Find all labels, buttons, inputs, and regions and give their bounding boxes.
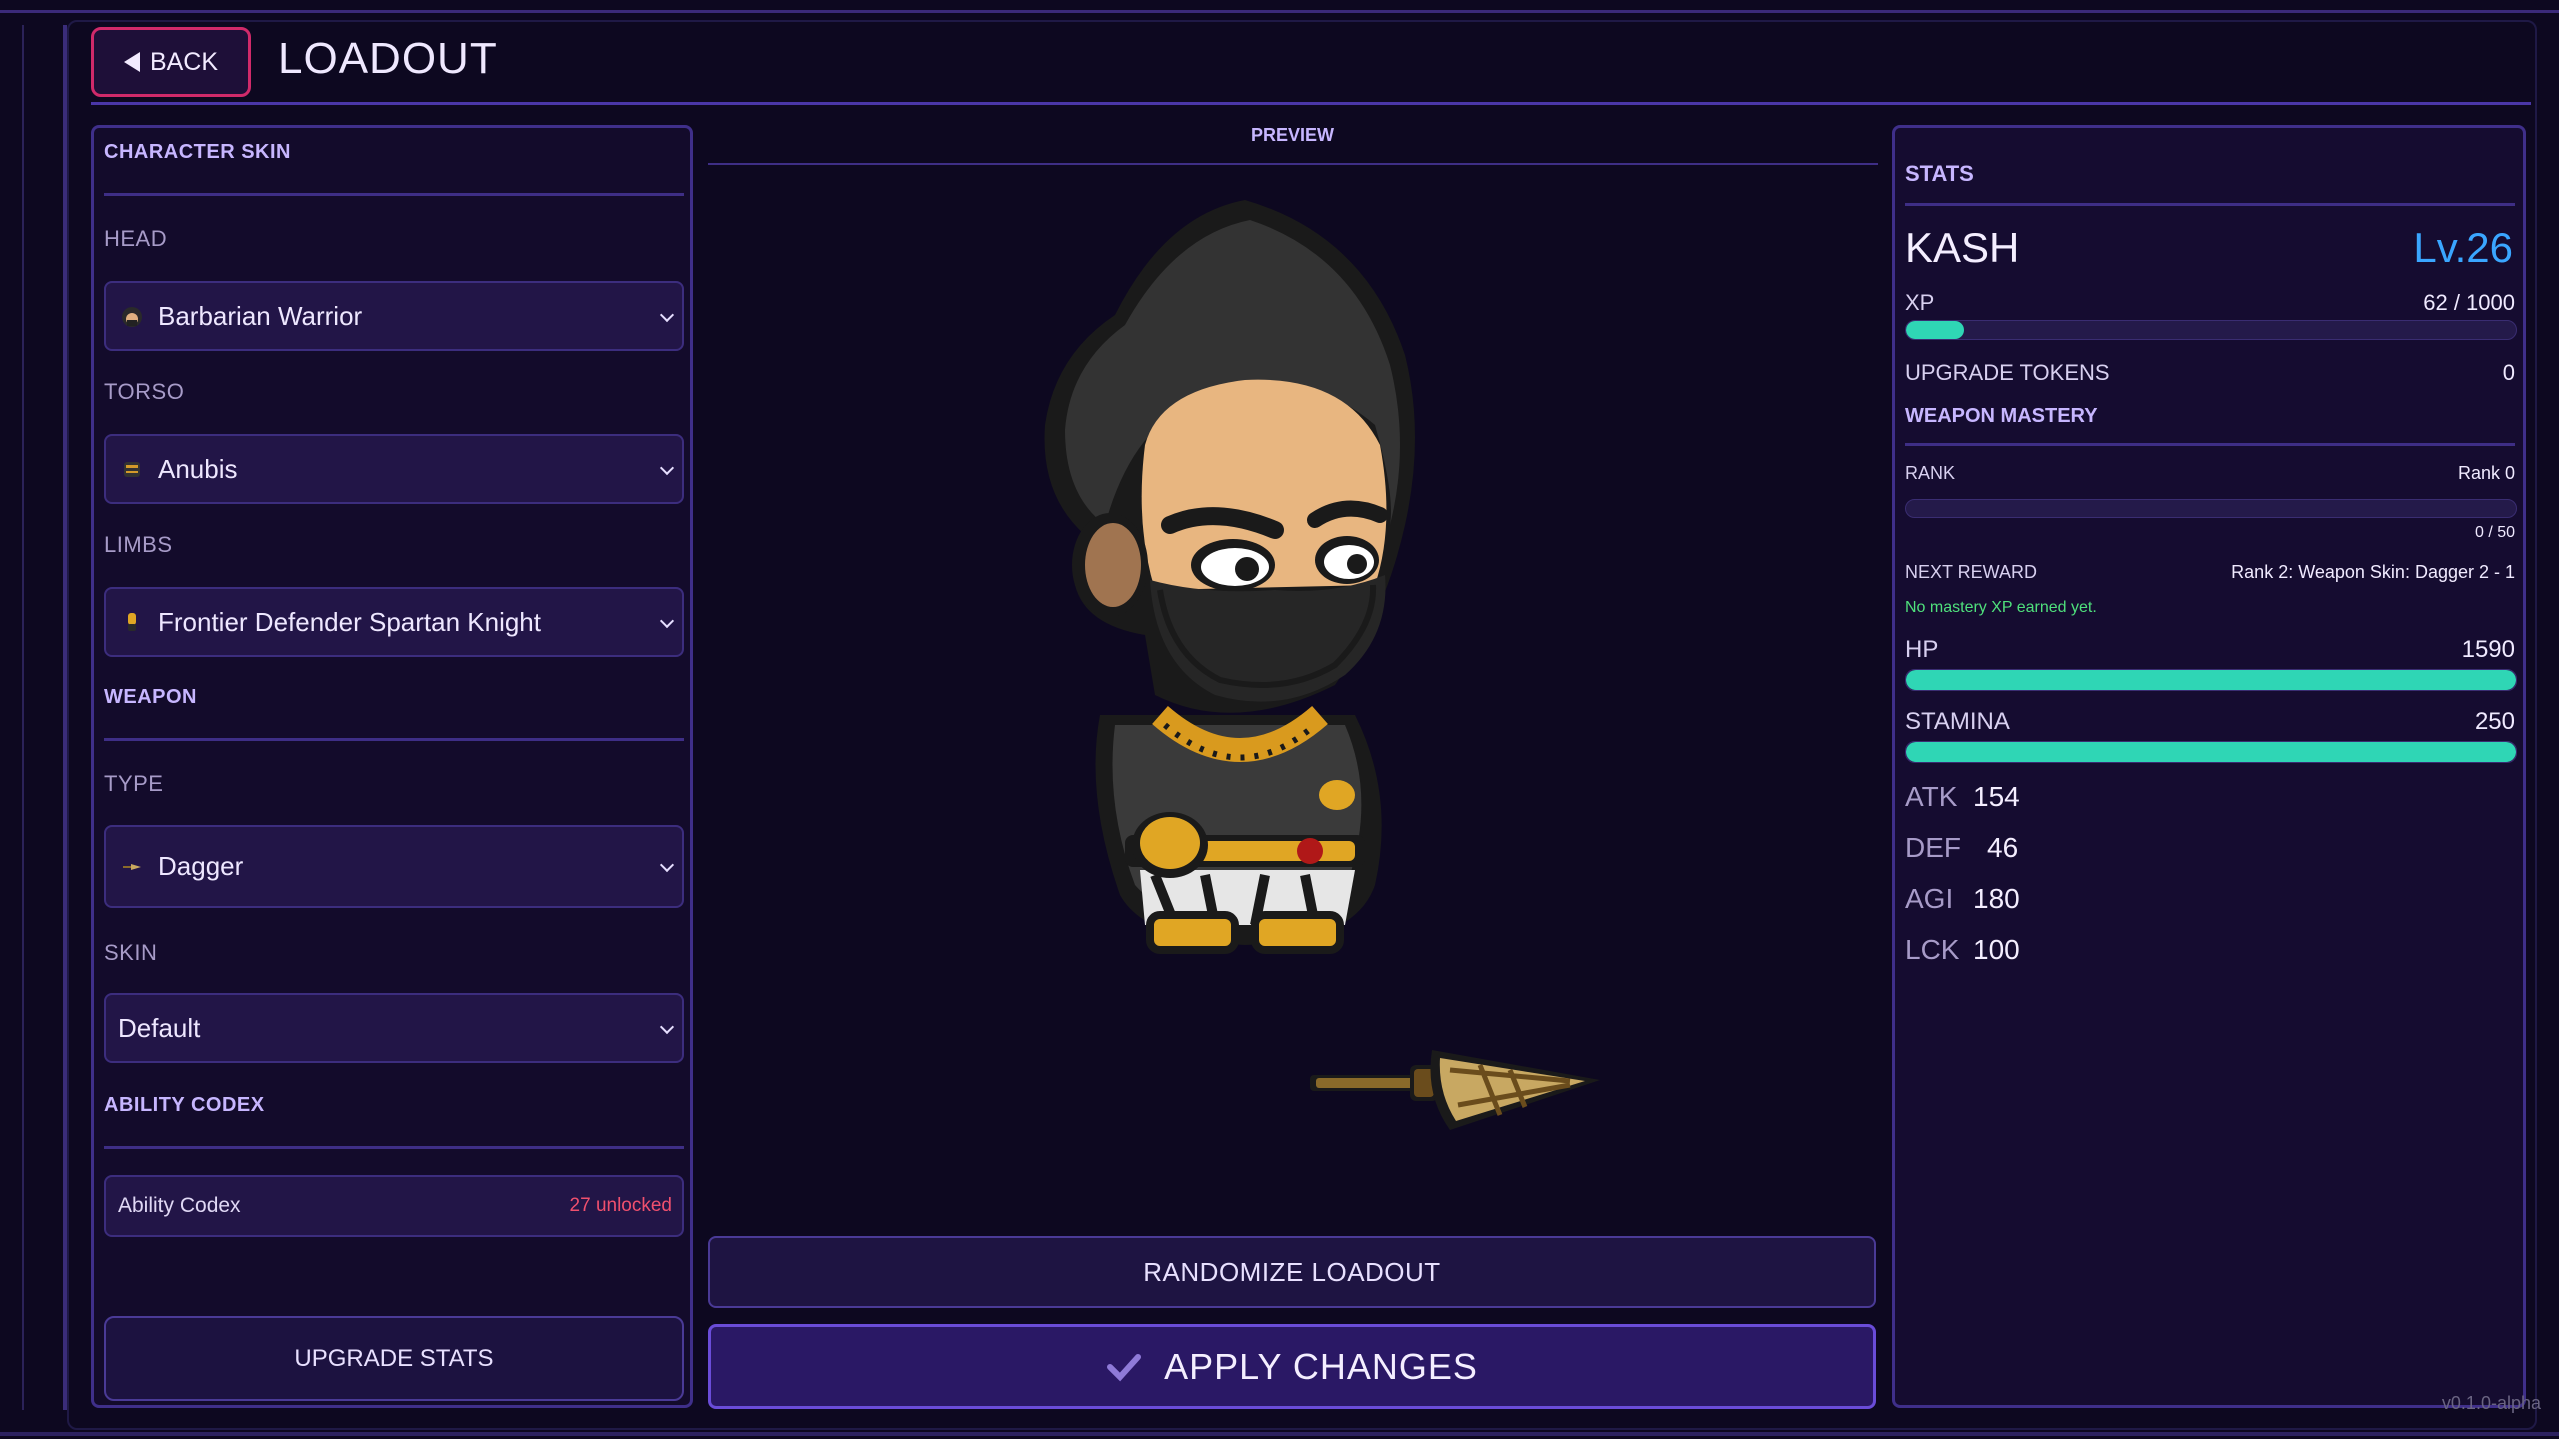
section-divider (104, 193, 684, 196)
rank-progress-row: 0 / 50 (1905, 524, 2515, 542)
apply-changes-label: APPLY CHANGES (1164, 1345, 1478, 1387)
hp-label: HP (1905, 636, 1939, 663)
weapon-type-value: Dagger (158, 851, 244, 881)
left-rail (22, 25, 67, 1410)
bottom-frame-line (0, 1432, 2559, 1436)
upgrade-tokens-row: UPGRADE TOKENS 0 (1905, 360, 2515, 386)
stamina-bar-fill (1906, 742, 2516, 762)
weapon-section-title: WEAPON (104, 686, 197, 708)
weapon-skin-select[interactable]: Default (104, 993, 684, 1063)
character-preview (1044, 200, 1415, 954)
stamina-row: STAMINA 250 (1905, 708, 2515, 736)
next-reward-label: NEXT REWARD (1905, 562, 2038, 582)
stamina-bar (1905, 741, 2517, 763)
upgrade-tokens-value: 0 (2502, 360, 2515, 385)
xp-row: XP 62 / 1000 (1905, 290, 2515, 316)
ability-codex-button[interactable]: Ability Codex 27 unlocked (104, 1175, 684, 1237)
torso-select[interactable]: Anubis (104, 434, 684, 504)
ability-codex-label: Ability Codex (118, 1194, 241, 1217)
character-level: Lv.26 (2413, 224, 2513, 271)
agi-label: AGI (1905, 883, 1954, 914)
hp-row: HP 1590 (1905, 636, 2515, 664)
top-frame-line (0, 10, 2559, 13)
preview-label: PREVIEW (1250, 125, 1334, 145)
atk-stat: ATK 154 (1905, 781, 2020, 813)
page-title: LOADOUT (278, 34, 498, 83)
rank-label: RANK (1905, 463, 1956, 483)
mastery-divider (1905, 443, 2515, 446)
limbs-select[interactable]: Frontier Defender Spartan Knight (104, 587, 684, 657)
xp-value: 62 / 1000 (2423, 290, 2515, 315)
rank-progress: 0 / 50 (2474, 524, 2515, 541)
chevron-down-icon (659, 857, 675, 873)
section-divider (104, 1146, 684, 1149)
customization-panel: CHARACTER SKIN HEAD Barbarian Warrior TO… (91, 125, 693, 1408)
upgrade-tokens-label: UPGRADE TOKENS (1905, 360, 2110, 385)
back-button-label: BACK (149, 47, 219, 76)
weapon-mastery-title: WEAPON MASTERY (1905, 405, 2098, 427)
stats-title: STATS (1905, 161, 1974, 186)
upgrade-stats-button[interactable]: UPGRADE STATS (104, 1316, 684, 1401)
lck-stat: LCK 100 (1905, 934, 2020, 966)
dagger-icon (123, 863, 141, 870)
anubis-torso-icon (124, 462, 140, 477)
character-name: KASH (1905, 224, 2020, 271)
limbs-label: LIMBS (104, 532, 173, 557)
apply-changes-button[interactable]: APPLY CHANGES (708, 1324, 1876, 1409)
stamina-value: 250 (2474, 708, 2515, 735)
checkmark-icon (1107, 1353, 1142, 1381)
agi-value: 180 (1973, 883, 2020, 914)
type-label: TYPE (104, 771, 164, 796)
header-divider (91, 102, 2531, 105)
agi-stat: AGI 180 (1905, 883, 2020, 915)
stats-divider (1905, 203, 2515, 206)
hp-value: 1590 (2461, 636, 2515, 663)
section-divider (104, 738, 684, 741)
skin-label: SKIN (104, 940, 158, 965)
next-reward-row: NEXT REWARD Rank 2: Weapon Skin: Dagger … (1905, 562, 2515, 583)
head-select[interactable]: Barbarian Warrior (104, 281, 684, 351)
barbarian-head-icon (122, 307, 142, 327)
stamina-label: STAMINA (1905, 708, 2010, 735)
character-skin-title: CHARACTER SKIN (104, 141, 291, 163)
rank-value: Rank 0 (2457, 463, 2515, 483)
weapon-type-select[interactable]: Dagger (104, 825, 684, 908)
hp-bar (1905, 669, 2517, 691)
ability-codex-title: ABILITY CODEX (104, 1094, 265, 1116)
chevron-down-icon (659, 460, 675, 476)
back-button[interactable]: BACK (91, 27, 251, 97)
mastery-note: No mastery XP earned yet. (1905, 599, 2097, 616)
ability-codex-count: 27 unlocked (569, 1195, 672, 1216)
torso-select-value: Anubis (158, 453, 238, 484)
version-label: v0.1.0-alpha (2441, 1393, 2541, 1413)
hp-bar-fill (1906, 670, 2516, 690)
xp-label: XP (1905, 290, 1935, 315)
dagger-preview (1310, 1050, 1600, 1130)
back-triangle-icon (123, 52, 140, 72)
rank-bar (1905, 499, 2517, 518)
lck-value: 100 (1973, 934, 2020, 965)
xp-bar (1905, 320, 2517, 340)
chevron-down-icon (659, 1019, 675, 1035)
lck-label: LCK (1905, 934, 1960, 965)
stats-panel: STATS KASH Lv.26 XP 62 / 1000 UPGRADE TO… (1892, 125, 2526, 1408)
head-select-value: Barbarian Warrior (158, 300, 363, 331)
limbs-select-value: Frontier Defender Spartan Knight (158, 606, 541, 637)
spartan-limbs-icon (128, 613, 136, 631)
randomize-loadout-button[interactable]: RANDOMIZE LOADOUT (708, 1236, 1876, 1308)
head-label: HEAD (104, 226, 168, 251)
atk-value: 154 (1973, 781, 2020, 812)
chevron-down-icon (659, 307, 675, 323)
next-reward-value: Rank 2: Weapon Skin: Dagger 2 - 1 (2231, 562, 2515, 582)
def-value: 46 (1987, 832, 2019, 863)
def-label: DEF (1905, 832, 1961, 863)
preview-divider (708, 163, 1878, 165)
xp-bar-fill (1906, 321, 1964, 339)
chevron-down-icon (659, 613, 675, 629)
atk-label: ATK (1905, 781, 1958, 812)
torso-label: TORSO (104, 379, 185, 404)
rank-row: RANK Rank 0 (1905, 463, 2515, 484)
weapon-skin-value: Default (118, 1012, 201, 1043)
def-stat: DEF 46 (1905, 832, 2018, 864)
